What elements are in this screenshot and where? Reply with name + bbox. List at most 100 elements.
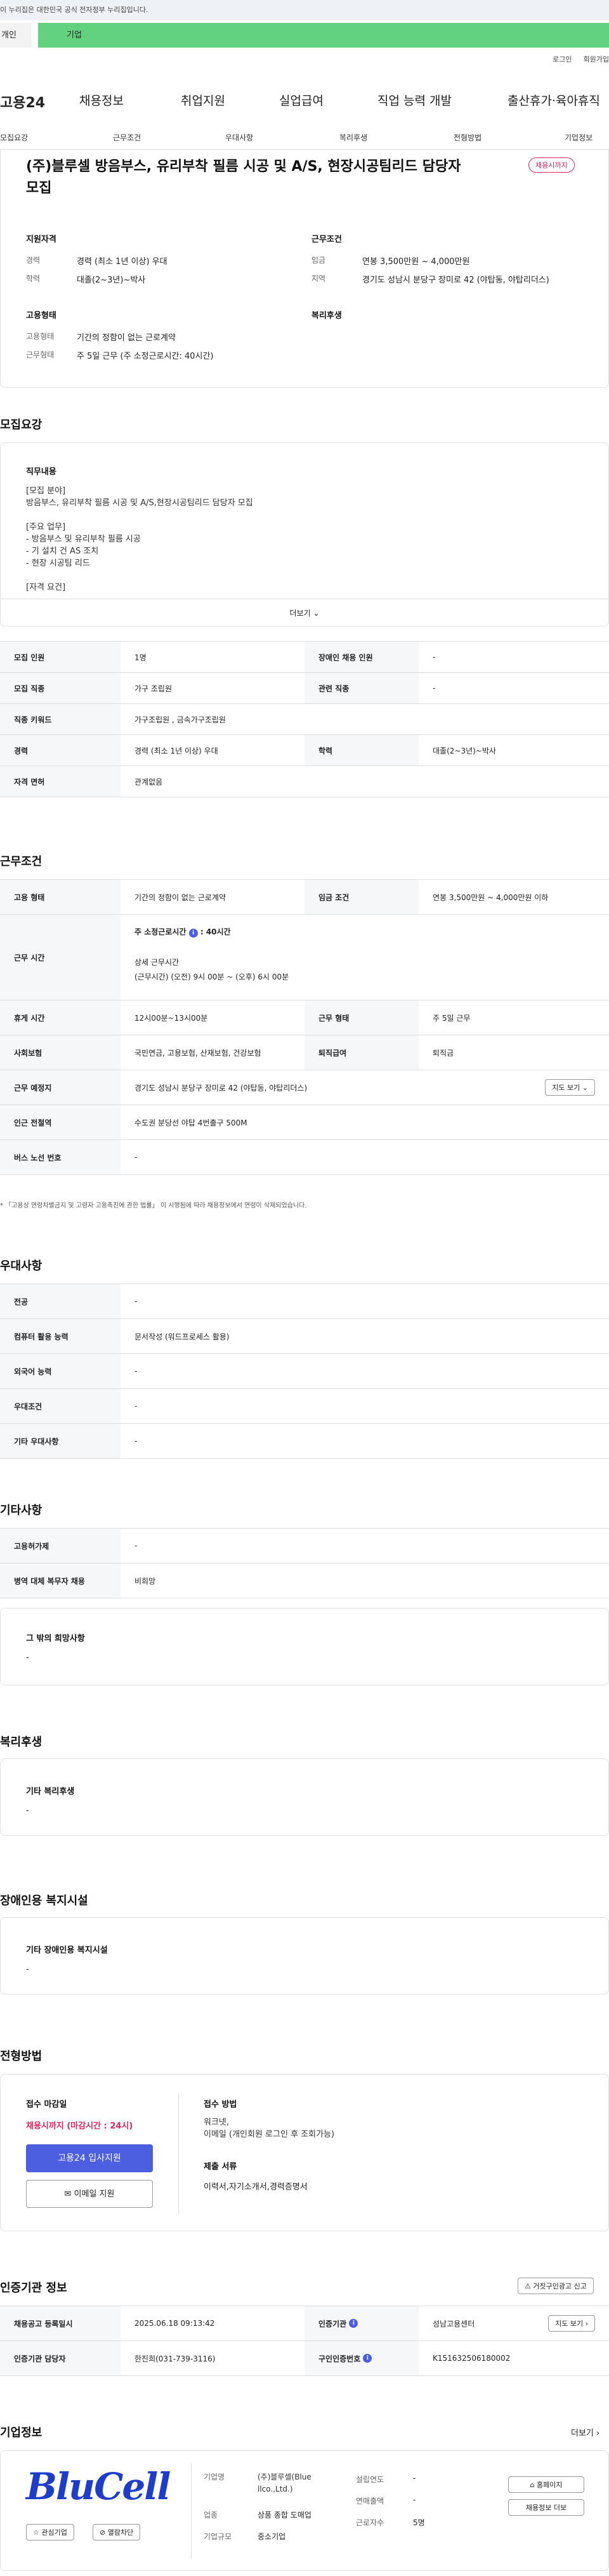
subnav-apply[interactable]: 전형방법 [454,132,481,143]
divider [191,2464,192,2559]
table-th: 자격 면허 [0,766,121,797]
table-td: 퇴직금 [433,1048,454,1058]
nav-training[interactable]: 직업 능력 개발 [377,91,452,109]
table-td: - [134,1541,138,1550]
weekly-hours-label: 주 소정근로시간 [134,927,187,936]
company-label: 기업규모 [204,2532,232,2541]
company-label: 기업명 [204,2473,225,2481]
wish-title: 그 밖의 희망사항 [26,1634,85,1643]
qual-label: 경력 [26,256,41,265]
table-td: 12시00분~13시00분 [134,1013,208,1023]
company-title: 기업정보 [0,2426,43,2440]
table-td: 기간의 정함이 없는 근로계약 [134,893,226,902]
apply-online-button[interactable]: 고용24 입사지원 [26,2144,153,2172]
subnav-welfare[interactable]: 복리후생 [339,132,367,143]
block-label: 열람차단 [107,2528,134,2537]
email-apply-button[interactable]: ✉ 이메일 지원 [26,2180,153,2208]
table-row: 직종 키워드 가구조립원 , 금속가구조립원 [0,704,609,735]
nav-jobs[interactable]: 채용정보 [79,91,124,109]
company-label: 설립연도 [356,2475,384,2484]
info-icon[interactable]: i [188,929,198,938]
etc-title: 기타사항 [0,1504,43,1517]
table-th: 우대조건 [0,1389,121,1423]
cert-org-value: 성남고용센터 [433,2319,475,2328]
info-icon[interactable]: i [349,2319,358,2328]
detail-hours-label: 상세 근무시간 [134,958,180,967]
emp-label: 고용형태 [26,332,55,341]
subnav-recruit[interactable]: 모집요강 [0,132,28,143]
table-row: 모집 인원 1명 장애인 채용 인원 - [0,642,609,673]
table-th: 모집 직종 [0,673,121,703]
nav-support[interactable]: 취업지원 [181,91,225,109]
table-row: 휴게 시간 12시00분~13시00분 근무 형태 주 5일 근무 [0,1000,609,1035]
info-icon[interactable]: i [363,2354,372,2363]
table-td: 문서작성 (워드프로세스 활용) [134,1332,230,1341]
tab-personal[interactable]: 개인 [0,23,32,48]
table-th: 채용공고 등록일시 [0,2306,121,2340]
emp-value: 기간의 정함이 없는 근로계약 [77,333,176,343]
welfare-section-title: 복리후생 [0,1736,43,1749]
company-value: - [413,2474,416,2483]
table-th: 외국어 능력 [0,1354,121,1388]
top-links: 로그인 회원가입 [541,54,609,64]
duty-title: 직무내용 [26,467,56,477]
homepage-button[interactable]: ⌂ 홈페이지 [508,2476,584,2493]
table-td: - [433,653,436,661]
table-th: 인근 전철역 [0,1105,121,1139]
emp-title: 고용형태 [26,311,56,321]
login-link[interactable]: 로그인 [553,55,572,63]
company-card: BluCell ☆ 관심기업 ⊘ 열람차단 기업명 (주)블루셀(Blue ll… [0,2450,609,2571]
favorite-button[interactable]: ☆ 관심기업 [26,2524,74,2540]
table-td: 1명 [134,653,147,662]
site-logo[interactable]: 고용24 [0,91,45,112]
table-row: 인증기관 담당자 한진희(031-739-3116) 구인인증번호 i K151632… [0,2341,609,2376]
nav-unemployment[interactable]: 실업급여 [279,91,324,109]
cond-label: 지역 [311,274,326,283]
subnav-pref[interactable]: 우대사항 [225,132,253,143]
global-nav: 고용24 채용정보 취업지원 실업급여 직업 능력 개발 출산휴가·육아휴직 [0,83,609,114]
weekly-hours: 주 소정근로시간 i : 40시간 [134,927,231,938]
welfare-card: 기타 복리후생 - [0,1758,609,1836]
favorite-label: 관심기업 [41,2528,67,2537]
table-td: 대졸(2~3년)~박사 [433,746,496,755]
table-row: 자격 면허 관계없음 [0,766,609,797]
signup-link[interactable]: 회원가입 [584,55,609,63]
deadline-label: 접수 마감일 [26,2100,67,2109]
table-row: 인근 전철역 수도권 분당선 야탑 4번출구 500M [0,1105,609,1140]
report-button[interactable]: ⚠ 거짓구인광고 신고 [518,2278,594,2294]
nav-parental[interactable]: 출산휴가·육아휴직 [508,91,600,109]
company-more-link[interactable]: 더보기 › [571,2426,599,2438]
table-td: 비희망 [134,1576,156,1586]
tab-company[interactable]: 기업 [38,23,609,48]
method-label: 접수 방법 [204,2100,237,2109]
table-th: 인증기관 담당자 [0,2341,121,2375]
wish-value: - [26,1653,29,1663]
disabled-sub: 기타 장애인용 복지시설 [26,1946,108,1955]
company-value: 상품 종합 도매업 [258,2511,311,2520]
work-place: 경기도 성남시 분당구 장미로 42 (야탑동, 야탑리더스) 지도 보기 ⌄ [121,1070,609,1105]
cert-map-button[interactable]: 지도 보기 › [548,2315,595,2332]
table-th: 전공 [0,1284,121,1318]
subnav-company[interactable]: 기업정보 [565,132,593,143]
company-more-label: 더보기 [571,2429,594,2438]
table-td: 경력 (최소 1년 이상) 우대 [134,746,218,755]
table-th: 장애인 채용 인원 [304,642,419,672]
pref-table: 전공 - 컴퓨터 활용 능력 문서작성 (워드프로세스 활용) 외국어 능력 - 우대… [0,1284,609,1459]
duty-more-button[interactable]: 더보기 ⌄ [1,599,608,627]
disabled-card: 기타 장애인용 복지시설 - [0,1917,609,1995]
email-apply-label: 이메일 지원 [74,2189,115,2199]
subnav-work[interactable]: 근무조건 [113,132,141,143]
duty-card: 직무내용 [모집 분야] 방음부스, 유리부착 필름 시공 및 A/S,현장시공… [0,442,609,627]
etc-table: 고용허가제 - 병역 대체 복무자 채용 비희망 [0,1528,609,1598]
map-button[interactable]: 지도 보기 ⌄ [545,1079,595,1096]
divider [178,2094,179,2214]
table-row: 전공 - [0,1284,609,1319]
chevron-down-icon: ⌄ [313,609,320,618]
work-place-value: 경기도 성남시 분당구 장미로 42 (야탑동, 야탑리더스) [134,1083,308,1092]
table-th: 퇴직급여 [304,1035,419,1070]
welfare-sub: 기타 복리후생 [26,1787,75,1796]
company-jobs-button[interactable]: 채용정보 더보 [508,2499,584,2516]
table-th: 병역 대체 복무자 채용 [0,1564,121,1598]
block-button[interactable]: ⊘ 열람차단 [93,2524,141,2540]
table-th: 임금 조건 [304,880,419,914]
